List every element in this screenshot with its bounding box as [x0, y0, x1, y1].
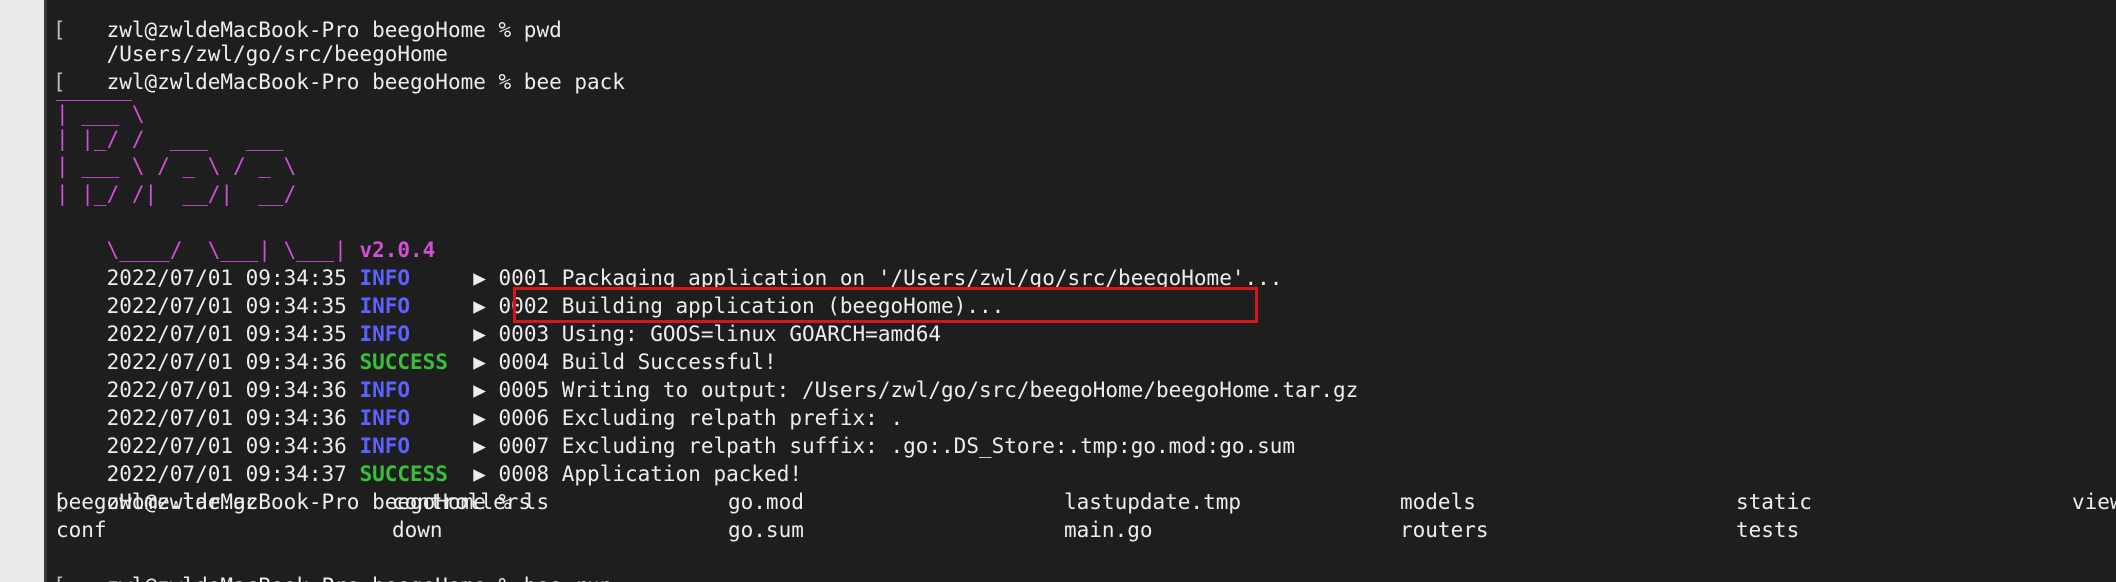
prompt-line-ls: [zwl@zwldeMacBook-Pro beegoHome % ls: [53, 490, 550, 514]
ls-entry: go.sum: [728, 518, 804, 542]
log-line: 2022/07/01 09:34:36 INFO ▶ 0006 Excludin…: [56, 376, 904, 430]
ls-entry: routers: [1400, 518, 1489, 542]
ls-entry: go.mod: [728, 490, 804, 514]
ls-entry: views: [2072, 490, 2116, 514]
ls-entry: tests: [1736, 518, 1800, 542]
window-left-edge: [0, 0, 44, 582]
prompt-line-bee-pack: [zwl@zwldeMacBook-Pro beegoHome % bee pa…: [53, 70, 625, 94]
ls-entry: conf: [56, 518, 107, 542]
log-line: 2022/07/01 09:34:35 INFO ▶ 0001 Packagin…: [56, 236, 1283, 290]
bee-logo-line-5: | |_/ /| __/| __/: [56, 182, 297, 206]
ls-entry: controllers: [392, 490, 532, 514]
bee-logo-line-2: | ___ \: [56, 102, 145, 126]
highlight-annotation-box: [513, 287, 1258, 323]
output-line-path: /Users/zwl/go/src/beegoHome: [106, 42, 448, 66]
log-line: 2022/07/01 09:34:36 INFO ▶ 0005 Writing …: [56, 348, 1359, 402]
bee-logo-line-1: ______: [56, 77, 132, 101]
bee-logo-line-6: \____/ \___| \___| v2.0.4: [106, 238, 436, 262]
bee-logo-line-3: | |_/ / ___ ___: [56, 127, 284, 151]
ls-output-row: conf down go.sum main.go routers tests: [56, 516, 2116, 544]
bee-logo-line-4: | ___ \ / _ \ / _ \: [56, 154, 297, 178]
log-line: 2022/07/01 09:34:36 INFO ▶ 0007 Excludin…: [56, 404, 1295, 458]
ls-entry: beegoHome.tar.gz: [56, 490, 259, 514]
log-line: 2022/07/01 09:34:37 SUCCESS ▶ 0008 Appli…: [56, 432, 802, 486]
log-line: 2022/07/01 09:34:36 SUCCESS ▶ 0004 Build…: [56, 320, 777, 374]
ls-entry: lastupdate.tmp: [1064, 490, 1242, 514]
ls-entry: main.go: [1064, 518, 1153, 542]
ls-entry: down: [392, 518, 443, 542]
ls-output-row: beegoHome.tar.gz controllers go.mod last…: [56, 488, 2116, 516]
ls-entry: models: [1400, 490, 1476, 514]
prompt-line-bee-run: [zwl@zwldeMacBook-Pro beegoHome % bee ru…: [53, 544, 612, 582]
prompt-bracket: [: [53, 572, 66, 582]
ls-entry: static: [1736, 490, 1812, 514]
terminal-output[interactable]: [zwl@zwldeMacBook-Pro beegoHome % pwd /U…: [47, 0, 2116, 582]
